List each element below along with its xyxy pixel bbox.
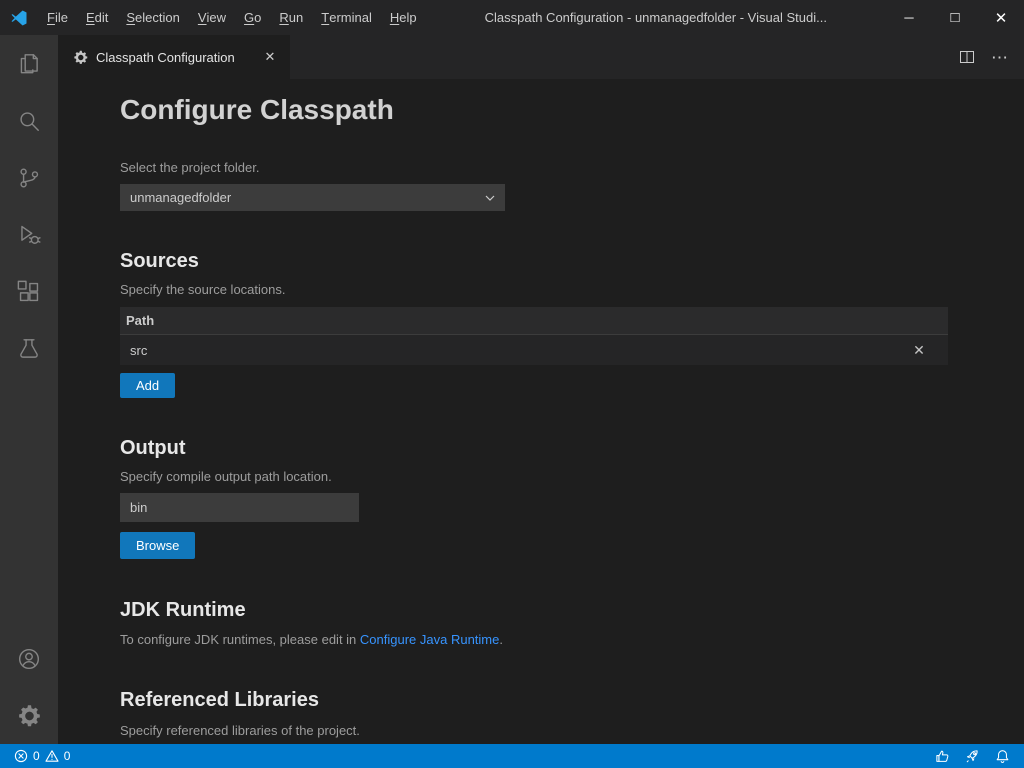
sources-heading: Sources [120,249,1024,273]
output-description: Specify compile output path location. [120,469,1024,484]
thumbsup-icon [935,749,950,764]
tab-label: Classpath Configuration [96,50,235,65]
output-path-input[interactable] [120,493,359,522]
menu-bar: File Edit Selection View Go Run Terminal… [38,0,426,35]
split-editor-icon [959,49,975,65]
menu-terminal[interactable]: Terminal [312,0,381,35]
sources-description: Specify the source locations. [120,282,1024,297]
sources-table: Path src ✕ [120,307,948,365]
menu-selection[interactable]: Selection [117,0,188,35]
notifications-button[interactable] [990,744,1014,768]
java-status-button[interactable] [930,744,954,768]
classpath-configuration-page: Configure Classpath Select the project f… [58,79,1024,744]
jdk-runtime-heading: JDK Runtime [120,598,1024,622]
search-icon [16,108,42,134]
close-window-button[interactable]: ✕ [978,0,1024,35]
add-source-button[interactable]: Add [120,373,175,398]
activity-bar-item-search[interactable] [0,92,58,149]
error-count: 0 [33,749,40,763]
output-heading: Output [120,436,1024,460]
menu-view[interactable]: View [189,0,235,35]
source-path-value: src [130,343,147,358]
split-editor-button[interactable] [959,49,975,65]
menu-edit[interactable]: Edit [77,0,117,35]
activity-bar-item-run-debug[interactable] [0,206,58,263]
status-bar-right [930,744,1014,768]
tab-classpath-configuration[interactable]: Classpath Configuration ✕ [58,35,290,79]
beaker-icon [16,336,42,362]
editor-tab-bar: Classpath Configuration ✕ ⋯ [58,35,1024,79]
configure-java-runtime-link[interactable]: Configure Java Runtime [360,632,499,647]
close-icon: ✕ [995,9,1008,27]
browse-button[interactable]: Browse [120,532,195,559]
minimize-button[interactable]: ─ [886,0,932,35]
remove-source-icon[interactable]: ✕ [910,341,928,359]
tab-close-icon[interactable]: ✕ [260,47,280,67]
editor-more-actions-button[interactable]: ⋯ [991,49,1008,66]
activity-bar-item-accounts[interactable] [0,630,58,687]
project-folder-select[interactable]: unmanagedfolder [120,184,505,211]
bell-icon [995,749,1010,764]
java-server-mode-button[interactable] [960,744,984,768]
menu-go[interactable]: Go [235,0,270,35]
problems-indicator[interactable]: 0 0 [10,744,74,768]
path-column-header: Path [126,313,154,328]
vscode-window: File Edit Selection View Go Run Terminal… [0,0,1024,768]
activity-bar-item-settings[interactable] [0,687,58,744]
activity-bar-item-extensions[interactable] [0,263,58,320]
more-actions-icon: ⋯ [991,49,1008,66]
maximize-icon: □ [950,9,959,26]
referenced-libraries-description: Specify referenced libraries of the proj… [120,723,1024,738]
source-control-branch-icon [16,165,42,191]
project-folder-value: unmanagedfolder [130,190,231,205]
menu-file[interactable]: File [38,0,77,35]
table-row[interactable]: src ✕ [120,335,948,365]
status-bar: 0 0 [0,744,1024,768]
vscode-logo-icon [0,9,38,27]
extensions-icon [16,279,42,305]
chevron-down-icon [485,195,495,201]
activity-bar-item-explorer[interactable] [0,35,58,92]
jdk-runtime-text: To configure JDK runtimes, please edit i… [120,632,1024,647]
referenced-libraries-heading: Referenced Libraries [120,688,1024,712]
window-title: Classpath Configuration - unmanagedfolde… [426,10,886,25]
settings-gear-icon [17,704,41,728]
classpath-config-icon [73,50,88,65]
maximize-button[interactable]: □ [932,0,978,35]
warning-triangle-icon [45,749,59,763]
error-circle-icon [14,749,28,763]
run-and-debug-icon [16,222,42,248]
page-title: Configure Classpath [120,93,1024,127]
activity-bar-spacer [0,377,58,630]
menu-help[interactable]: Help [381,0,426,35]
activity-bar-item-testing[interactable] [0,320,58,377]
sources-table-header: Path [120,307,948,335]
rocket-icon [965,749,980,764]
files-icon [16,51,42,77]
activity-bar-item-source-control[interactable] [0,149,58,206]
minimize-icon: ─ [904,10,913,25]
account-icon [16,646,42,672]
title-bar: File Edit Selection View Go Run Terminal… [0,0,1024,35]
window-controls: ─ □ ✕ [886,0,1024,35]
editor-actions: ⋯ [959,35,1024,79]
project-folder-label: Select the project folder. [120,160,1024,175]
activity-bar [0,35,58,744]
menu-run[interactable]: Run [270,0,312,35]
warning-count: 0 [64,749,71,763]
